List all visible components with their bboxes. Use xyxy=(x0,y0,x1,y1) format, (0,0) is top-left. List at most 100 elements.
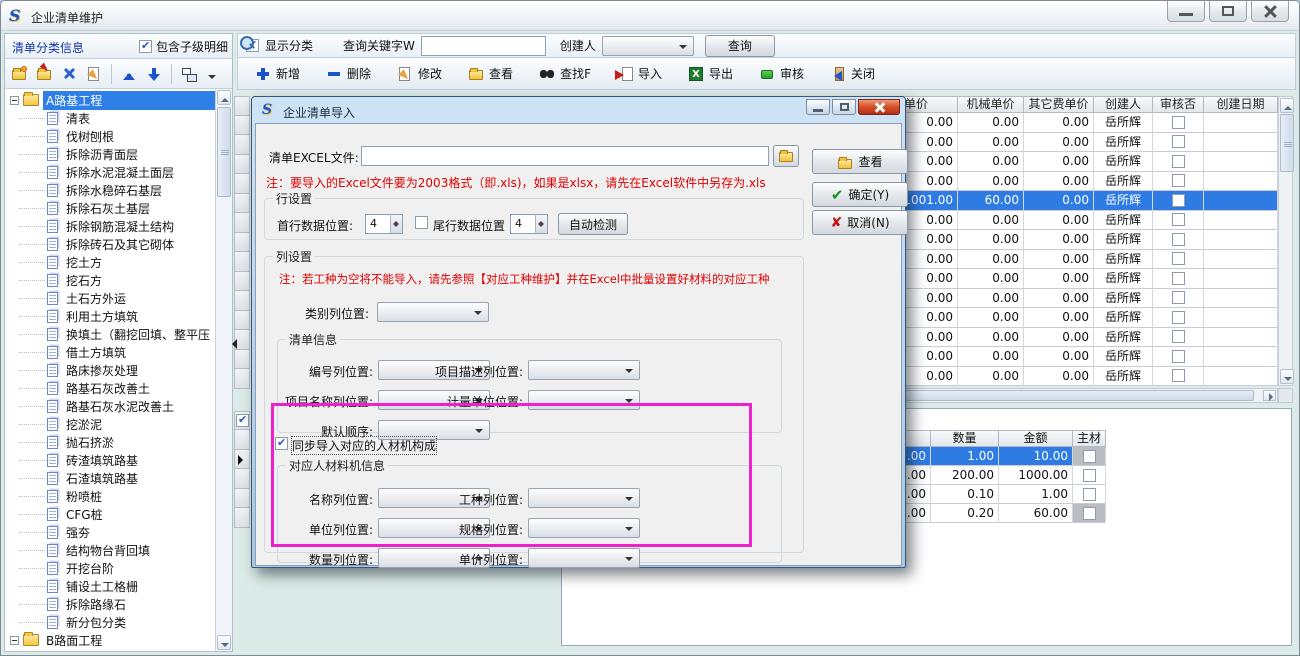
tree-leaf-item[interactable]: 新分包分类 xyxy=(5,613,215,631)
field-select[interactable] xyxy=(528,518,640,538)
field-select[interactable] xyxy=(528,488,640,508)
maximize-button[interactable] xyxy=(1209,1,1247,22)
audited-checkbox[interactable] xyxy=(1172,174,1185,187)
tree-scroll-thumb[interactable] xyxy=(217,107,231,197)
expander-icon[interactable] xyxy=(10,636,19,645)
tree-leaf-item[interactable]: 挖淤泥 xyxy=(5,415,215,433)
dialog-view-button[interactable]: 查看 xyxy=(812,149,908,174)
tree-leaf-item[interactable]: CFG桩 xyxy=(5,505,215,523)
table-row[interactable]: 0.000.000.00岳所辉 xyxy=(851,172,1278,192)
audited-checkbox[interactable] xyxy=(1172,330,1185,343)
list-scroll-up[interactable] xyxy=(1280,98,1294,113)
export-button[interactable]: X导出 xyxy=(685,62,736,86)
edit-doc-button[interactable] xyxy=(86,66,102,82)
tail-row-checkbox[interactable] xyxy=(415,216,428,229)
main-material-checkbox[interactable] xyxy=(1083,469,1096,482)
column-header[interactable]: 其它费单价 xyxy=(1024,96,1094,113)
list-table-vscrollbar[interactable] xyxy=(1278,96,1293,386)
audited-checkbox[interactable] xyxy=(1172,155,1185,168)
audited-checkbox[interactable] xyxy=(1172,135,1185,148)
tree-leaf-item[interactable]: 路床掺灰处理 xyxy=(5,361,215,379)
audited-checkbox[interactable] xyxy=(1172,116,1185,129)
audit-button[interactable]: 审核 xyxy=(756,62,807,86)
layout-button[interactable] xyxy=(181,66,197,82)
tree-leaf-item[interactable]: 拆除石灰土基层 xyxy=(5,199,215,217)
move-up-button[interactable] xyxy=(121,66,137,82)
autodetect-button[interactable]: 自动检测 xyxy=(558,213,628,235)
column-header[interactable]: 机械单价 xyxy=(958,96,1024,113)
splitter-collapse-icon[interactable] xyxy=(227,339,237,349)
category-col-select[interactable] xyxy=(377,302,489,322)
browse-button[interactable] xyxy=(773,145,799,167)
dialog-cancel-button[interactable]: ✘取消(N) xyxy=(812,210,908,235)
tree-leaf-item[interactable]: 路基石灰水泥改善土 xyxy=(5,397,215,415)
field-select[interactable] xyxy=(528,360,640,380)
audited-checkbox[interactable] xyxy=(1172,291,1185,304)
new-folder-button[interactable] xyxy=(11,66,27,82)
tree-leaf-item[interactable]: 砖渣填筑路基 xyxy=(5,451,215,469)
tree-scroll-down[interactable] xyxy=(217,635,231,650)
keyword-input[interactable] xyxy=(421,36,546,56)
add-button[interactable]: 新增 xyxy=(252,62,303,86)
tree-leaf-item[interactable]: 拆除钢筋混凝土结构 xyxy=(5,217,215,235)
tree-root-item[interactable]: A路基工程 xyxy=(5,91,215,109)
dialog-ok-button[interactable]: ✔确定(Y) xyxy=(812,182,908,207)
tree-leaf-item[interactable]: 拆除路缘石 xyxy=(5,595,215,613)
search-button[interactable]: 查询 xyxy=(705,35,775,57)
main-material-checkbox[interactable] xyxy=(1083,488,1096,501)
tree-leaf-item[interactable]: 强夯 xyxy=(5,523,215,541)
table-row[interactable]: 0.000.000.00岳所辉 xyxy=(851,269,1278,289)
tree-leaf-item[interactable]: 土石方外运 xyxy=(5,289,215,307)
tree-leaf-item[interactable]: 拆除水稳碎石基层 xyxy=(5,181,215,199)
audited-checkbox[interactable] xyxy=(1172,213,1185,226)
table-row[interactable]: 0.000.000.00岳所辉 xyxy=(851,250,1278,270)
tree-scrollbar[interactable] xyxy=(215,89,232,651)
creator-select[interactable] xyxy=(602,36,694,56)
table-row[interactable]: 0.000.000.00岳所辉 xyxy=(851,328,1278,348)
import-button[interactable]: 导入 xyxy=(614,62,665,86)
import-dialog-titlebar[interactable]: S 企业清单导入 xyxy=(255,100,902,123)
list-scroll-thumb[interactable] xyxy=(1280,114,1294,172)
table-row[interactable]: 0.000.000.00岳所辉 xyxy=(851,113,1278,133)
expander-icon[interactable] xyxy=(10,96,19,105)
table-row[interactable]: 0.000.000.00岳所辉 xyxy=(851,211,1278,231)
audited-checkbox[interactable] xyxy=(1172,194,1185,207)
table-row[interactable]: 0.000.000.00岳所辉 xyxy=(851,289,1278,309)
tree-leaf-item[interactable]: 拆除砖石及其它砌体 xyxy=(5,235,215,253)
tree-leaf-item[interactable]: 换填土（翻挖回填、整平压 xyxy=(5,325,215,343)
tree-leaf-item[interactable]: 挖土方 xyxy=(5,253,215,271)
tree-scroll-up[interactable] xyxy=(217,90,231,105)
column-header[interactable]: 审核否 xyxy=(1153,96,1204,113)
tree-leaf-item[interactable]: 拆除沥青面层 xyxy=(5,145,215,163)
audited-checkbox[interactable] xyxy=(1172,369,1185,382)
tree-leaf-item[interactable]: 开挖台阶 xyxy=(5,559,215,577)
tail-row-spinner[interactable]: 4 xyxy=(510,214,548,234)
tree-leaf-item[interactable]: 挖石方 xyxy=(5,271,215,289)
tree-root-item[interactable]: B路面工程 xyxy=(5,631,215,649)
tree-leaf-item[interactable]: 石渣填筑路基 xyxy=(5,469,215,487)
main-material-checkbox[interactable] xyxy=(1083,507,1096,520)
table-row[interactable]: 0.000.000.00岳所辉 xyxy=(851,347,1278,367)
field-select[interactable] xyxy=(528,390,640,410)
list-scroll-down[interactable] xyxy=(1280,369,1294,384)
find-button[interactable]: 查找F xyxy=(536,62,594,86)
first-row-spinner[interactable]: 4 xyxy=(365,214,403,234)
tree-leaf-item[interactable]: 路基石灰改善土 xyxy=(5,379,215,397)
tree-leaf-item[interactable]: 粉喷桩 xyxy=(5,487,215,505)
close-button[interactable]: 关闭 xyxy=(827,62,878,86)
table-row[interactable]: 0.000.000.00岳所辉 xyxy=(851,152,1278,172)
delete-category-button[interactable] xyxy=(61,66,77,82)
table-row[interactable]: 0.000.000.00岳所辉 xyxy=(851,133,1278,153)
sync-import-label[interactable]: 同步导入对应的人材机构成 xyxy=(292,437,436,454)
audited-checkbox[interactable] xyxy=(1172,233,1185,246)
column-header[interactable]: 主材 xyxy=(1073,430,1106,447)
audited-checkbox[interactable] xyxy=(1172,350,1185,363)
field-select[interactable] xyxy=(528,548,640,568)
tree-leaf-item[interactable]: 抛石挤淤 xyxy=(5,433,215,451)
table-row[interactable]: 1001.0060.000.00岳所辉 xyxy=(851,191,1278,211)
list-table-hscrollbar[interactable] xyxy=(851,388,1278,403)
table-row[interactable]: 0.000.000.00岳所辉 xyxy=(851,367,1278,387)
tree-leaf-item[interactable]: 拆除水泥混凝土面层 xyxy=(5,163,215,181)
audited-checkbox[interactable] xyxy=(1172,311,1185,324)
table-row[interactable]: 0.000.000.00岳所辉 xyxy=(851,308,1278,328)
